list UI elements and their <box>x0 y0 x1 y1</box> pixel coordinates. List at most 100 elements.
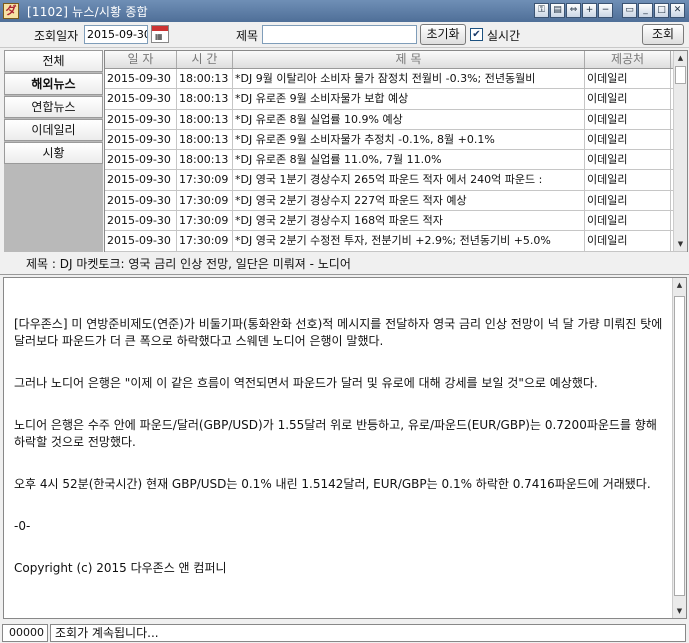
article-scrollbar[interactable]: ▲ ▼ <box>672 278 686 618</box>
header-provider[interactable]: 제공처 <box>585 51 671 68</box>
cell-time: 18:00:13 <box>177 150 233 170</box>
cell-provider: 이데일리 <box>585 231 671 251</box>
article-subject: 제목 : DJ 마켓토크: 영국 금리 인상 전망, 일단은 미뤄져 - 노디어 <box>0 253 689 275</box>
header-time[interactable]: 시 간 <box>177 51 233 68</box>
sidebar-item[interactable]: 전체 <box>4 50 103 72</box>
table-row[interactable]: 2015-09-30 17:30:09 *DJ 영국 2분기 경상수지 227억 파… <box>105 190 687 212</box>
title-search-input[interactable] <box>262 25 417 44</box>
search-bar: 조회일자 ▦ 제목 초기화 ✔ 실시간 조회 <box>0 22 689 48</box>
cell-date: 2015-09-30 <box>105 89 177 109</box>
article-body: [다우존스] 미 연방준비제도(연준)가 비둘기파(통화완화 선호)적 메시지를… <box>14 316 666 602</box>
realtime-checkbox[interactable]: ✔ <box>470 28 483 41</box>
date-field[interactable] <box>84 25 148 44</box>
window-title: [1102] 뉴스/시황 종합 <box>27 4 148 19</box>
cell-title: *DJ 유로존 8월 실업률 11.0%, 7월 11.0% <box>233 150 585 170</box>
cell-date: 2015-09-30 <box>105 69 177 89</box>
cell-provider: 이데일리 <box>585 129 671 150</box>
sidebar-item[interactable]: 이데일리 <box>4 119 103 141</box>
cell-provider: 이데일리 <box>585 211 671 231</box>
article-paragraph: 그러나 노디어 은행은 "이제 이 같은 흐름이 역전되면서 파운드가 달러 및… <box>14 376 598 390</box>
cell-date: 2015-09-30 <box>105 150 177 170</box>
calendar-icon[interactable]: ▦ <box>151 25 169 43</box>
cell-time: 17:30:09 <box>177 231 233 251</box>
sidebar-item[interactable]: 연합뉴스 <box>4 96 103 118</box>
grid-header: 일 자 시 간 제 목 제공처 <box>105 51 687 69</box>
grid-scrollbar[interactable]: ▲ ▼ <box>673 51 687 251</box>
cell-time: 17:30:09 <box>177 190 233 211</box>
scroll-thumb[interactable] <box>675 66 686 84</box>
lock-icon[interactable]: ⚿ <box>534 3 549 18</box>
cell-date: 2015-09-30 <box>105 190 177 211</box>
realtime-label: 실시간 <box>487 29 521 43</box>
scroll-down-icon[interactable]: ▼ <box>673 604 686 618</box>
cell-date: 2015-09-30 <box>105 109 177 129</box>
article-viewer: [다우존스] 미 연방준비제도(연준)가 비둘기파(통화완화 선호)적 메시지를… <box>3 277 687 619</box>
table-row[interactable]: 2015-09-30 18:00:13 *DJ 유로존 8월 실업률 11.0%, … <box>105 150 687 171</box>
sidebar-item[interactable]: 해외뉴스 <box>4 73 103 95</box>
article-paragraph: 오후 4시 52분(한국시간) 현재 GBP/USD는 0.1% 내린 1.51… <box>14 477 651 491</box>
cell-provider: 이데일리 <box>585 150 671 170</box>
app-logo-icon: ダ <box>3 3 19 19</box>
table-row[interactable]: 2015-09-30 17:30:09 *DJ 영국 2분기 경상수지 168억 파… <box>105 211 687 232</box>
sidebar-item[interactable]: 시황 <box>4 142 103 164</box>
reset-button[interactable]: 초기화 <box>420 24 466 45</box>
query-button[interactable]: 조회 <box>642 24 684 45</box>
article-paragraph: [다우존스] 미 연방준비제도(연준)가 비둘기파(통화완화 선호)적 메시지를… <box>14 317 663 348</box>
header-title[interactable]: 제 목 <box>233 51 585 68</box>
restore-icon[interactable]: ▭ <box>622 3 637 18</box>
close-icon[interactable]: ✕ <box>670 3 685 18</box>
save-icon[interactable]: ▤ <box>550 3 565 18</box>
cell-time: 18:00:13 <box>177 69 233 89</box>
status-code: 00000 <box>2 624 48 642</box>
cell-time: 18:00:13 <box>177 109 233 129</box>
cell-date: 2015-09-30 <box>105 211 177 231</box>
cell-time: 17:30:09 <box>177 211 233 231</box>
table-row[interactable]: 2015-09-30 17:30:09 *DJ 영국 2분기 수정전 투자, 전분기… <box>105 231 687 252</box>
cell-title: *DJ 영국 2분기 수정전 투자, 전분기비 +2.9%; 전년동기비 +5.… <box>233 231 585 251</box>
article-paragraph: -0- <box>14 519 31 533</box>
table-row[interactable]: 2015-09-30 17:30:09 *DJ 영국 1분기 경상수지 265억 파… <box>105 170 687 191</box>
cell-provider: 이데일리 <box>585 170 671 190</box>
article-paragraph: Copyright (c) 2015 다우존스 앤 컴퍼니 <box>14 561 227 575</box>
news-grid: 일 자 시 간 제 목 제공처 2015-09-30 18:00:13 *DJ 9월… <box>104 50 688 252</box>
scroll-down-icon[interactable]: ▼ <box>674 237 687 251</box>
cell-provider: 이데일리 <box>585 69 671 89</box>
table-row[interactable]: 2015-09-30 18:00:13 *DJ 9월 이탈리아 소비자 물가 잠정치… <box>105 69 687 90</box>
article-paragraph: 노디어 은행은 수주 안에 파운드/달러(GBP/USD)가 1.55달러 위로… <box>14 418 657 449</box>
date-label: 조회일자 <box>34 29 79 43</box>
zoom-in-icon[interactable]: + <box>582 3 597 18</box>
minimize-icon[interactable]: _ <box>638 3 653 18</box>
scroll-thumb[interactable] <box>674 296 685 596</box>
maximize-icon[interactable]: □ <box>654 3 669 18</box>
cell-title: *DJ 영국 1분기 경상수지 265억 파운드 적자 에서 240억 파운드 … <box>233 170 585 190</box>
title-label: 제목 <box>236 29 259 43</box>
header-date[interactable]: 일 자 <box>105 51 177 68</box>
cell-date: 2015-09-30 <box>105 129 177 150</box>
scroll-up-icon[interactable]: ▲ <box>674 51 687 65</box>
cell-title: *DJ 유로존 9월 소비자물가 보합 예상 <box>233 89 585 109</box>
cell-title: *DJ 영국 2분기 경상수지 168억 파운드 적자 <box>233 211 585 231</box>
grid-body: 2015-09-30 18:00:13 *DJ 9월 이탈리아 소비자 물가 잠정치… <box>105 69 687 252</box>
link-icon[interactable]: ⇔ <box>566 3 581 18</box>
cell-title: *DJ 9월 이탈리아 소비자 물가 잠정치 전월비 -0.3%; 전년동월비 <box>233 69 585 89</box>
status-bar: 00000 조회가 계속됩니다... <box>0 623 689 643</box>
table-row[interactable]: 2015-09-30 18:00:13 *DJ 유로존 9월 소비자물가 보합 예상… <box>105 89 687 110</box>
window-titlebar: ダ [1102] 뉴스/시황 종합 ⚿ ▤ ⇔ + − ▭ _ □ ✕ <box>0 0 689 22</box>
cell-provider: 이데일리 <box>585 109 671 129</box>
scroll-up-icon[interactable]: ▲ <box>673 278 686 292</box>
cell-time: 17:30:09 <box>177 170 233 190</box>
table-row[interactable]: 2015-09-30 18:00:13 *DJ 유로존 8월 실업률 10.9% 예… <box>105 109 687 130</box>
cell-time: 18:00:13 <box>177 89 233 109</box>
cell-title: *DJ 유로존 8월 실업률 10.9% 예상 <box>233 109 585 129</box>
cell-title: *DJ 영국 2분기 경상수지 227억 파운드 적자 예상 <box>233 190 585 211</box>
cell-title: *DJ 유로존 9월 소비자물가 추정치 -0.1%, 8월 +0.1% <box>233 129 585 150</box>
status-message: 조회가 계속됩니다... <box>50 624 686 642</box>
table-row[interactable]: 2015-09-30 18:00:13 *DJ 유로존 9월 소비자물가 추정치 -… <box>105 129 687 151</box>
news-category-sidebar: 전체 해외뉴스 연합뉴스 이데일리 시황 <box>4 50 103 252</box>
cell-date: 2015-09-30 <box>105 170 177 190</box>
cell-provider: 이데일리 <box>585 89 671 109</box>
cell-provider: 이데일리 <box>585 190 671 211</box>
zoom-out-icon[interactable]: − <box>598 3 613 18</box>
titlebar-buttons: ⚿ ▤ ⇔ + − ▭ _ □ ✕ <box>534 3 685 18</box>
cell-date: 2015-09-30 <box>105 231 177 251</box>
